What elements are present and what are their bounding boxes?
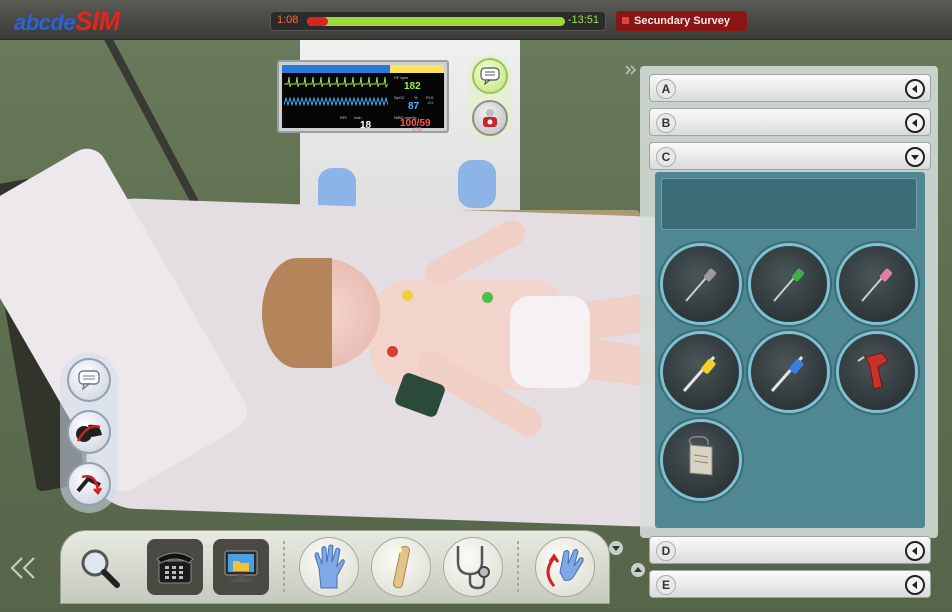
scroll-up-button[interactable] bbox=[608, 540, 624, 559]
scroll-down-button[interactable] bbox=[630, 562, 646, 581]
oxygen-mask-button[interactable] bbox=[472, 100, 508, 136]
talk-to-patient-button[interactable] bbox=[472, 58, 508, 94]
heart-rate-value: 182 bbox=[404, 81, 421, 92]
patient-hair bbox=[262, 258, 332, 368]
blood-pressure-mean: (73) bbox=[413, 127, 422, 133]
expand-arrow-icon bbox=[905, 79, 925, 99]
vital-signs-monitor[interactable]: HF bpm 182 SpO2 % PLS 181 87 RPI /min 18… bbox=[277, 60, 449, 133]
head-tilt-button[interactable] bbox=[67, 410, 111, 454]
section-letter: D bbox=[656, 541, 676, 561]
section-letter: E bbox=[656, 575, 676, 595]
iv-catheter-grey-item[interactable] bbox=[660, 243, 742, 325]
expand-arrow-icon bbox=[905, 113, 925, 133]
head-tilt-icon bbox=[76, 424, 102, 442]
triangle-down-icon bbox=[609, 541, 623, 555]
spo2-pulse-value: 181 bbox=[427, 100, 434, 105]
expand-arrow-icon bbox=[905, 541, 925, 561]
touch-patient-tool[interactable] bbox=[535, 537, 595, 597]
section-letter: C bbox=[656, 147, 676, 167]
toolbar-divider bbox=[517, 541, 519, 595]
speech-bubble-icon bbox=[480, 67, 500, 85]
iv-catheter-blue-item[interactable] bbox=[748, 331, 830, 413]
iv-catheter-yellow-item[interactable] bbox=[660, 331, 742, 413]
intraosseous-drill-item[interactable] bbox=[836, 331, 918, 413]
patient-file-tool[interactable] bbox=[213, 539, 269, 595]
fluid-bag-icon bbox=[688, 435, 713, 476]
spo2-unit: % bbox=[414, 95, 418, 100]
ecg-lead-red bbox=[387, 346, 398, 357]
monitor-header-bar bbox=[282, 65, 390, 73]
respiratory-rate-value: 18 bbox=[360, 120, 372, 131]
monitor-screen: HF bpm 182 SpO2 % PLS 181 87 RPI /min 18… bbox=[282, 65, 444, 133]
intraosseous-drill-icon bbox=[857, 352, 889, 390]
timer-progress-fill bbox=[307, 17, 328, 26]
patient-file-icon bbox=[224, 550, 258, 582]
patient-diaper bbox=[510, 296, 590, 388]
spo2-label: SpO2 bbox=[394, 95, 405, 100]
penlight-icon bbox=[392, 545, 411, 589]
iv-catheter-pink-icon bbox=[861, 268, 893, 302]
hand-touch-icon bbox=[546, 548, 584, 587]
spo2-value: 87 bbox=[408, 101, 420, 112]
scenario-timer: 1:08 -13:51 bbox=[270, 11, 606, 31]
speech-bubble-icon bbox=[78, 370, 100, 391]
top-bar: abcdeSIM 1:08 -13:51 Secundary Survey bbox=[0, 0, 952, 40]
stethoscope-icon bbox=[456, 546, 490, 590]
rr-label: RPI bbox=[340, 115, 347, 120]
rewind-button[interactable] bbox=[8, 555, 38, 588]
penlight-tool[interactable] bbox=[371, 537, 431, 597]
toolbar-divider bbox=[283, 541, 285, 595]
catheter-hub bbox=[701, 358, 716, 374]
hr-label: HF bpm bbox=[394, 75, 409, 80]
survey-phase-badge[interactable]: Secundary Survey bbox=[616, 11, 747, 31]
app-logo: abcdeSIM bbox=[14, 6, 120, 37]
monitor-header-alert bbox=[390, 65, 444, 73]
pleth-waveform bbox=[284, 96, 388, 107]
nurse-right-glove bbox=[458, 160, 496, 208]
fluid-bag-item[interactable] bbox=[660, 419, 742, 501]
timer-progress-track bbox=[307, 17, 565, 26]
telephone-icon bbox=[156, 552, 194, 584]
reposition-button[interactable] bbox=[67, 462, 111, 506]
zoom-tool[interactable] bbox=[69, 537, 129, 597]
glove-icon bbox=[314, 544, 345, 589]
double-chevron-left-icon bbox=[10, 557, 35, 579]
iv-catheter-green-icon bbox=[773, 268, 805, 302]
iv-catheter-green-item[interactable] bbox=[748, 243, 830, 325]
gloves-tool[interactable] bbox=[299, 537, 359, 597]
phone-tool[interactable] bbox=[147, 539, 203, 595]
bottom-toolbar bbox=[60, 530, 610, 604]
section-letter: A bbox=[656, 79, 676, 99]
double-chevron-right-icon bbox=[625, 65, 637, 75]
elapsed-time: 1:08 bbox=[277, 14, 299, 26]
remaining-time: -13:51 bbox=[567, 14, 599, 26]
section-c-info-box bbox=[661, 178, 917, 230]
ecg-lead-yellow bbox=[402, 290, 413, 301]
section-c-header[interactable]: C bbox=[649, 142, 931, 170]
logo-text-part1: abcde bbox=[14, 10, 76, 35]
section-d-header[interactable]: D bbox=[649, 536, 931, 564]
section-letter: B bbox=[656, 113, 676, 133]
logo-text-part2: SIM bbox=[75, 6, 120, 36]
magnifier-icon bbox=[81, 549, 120, 588]
iv-catheter-grey-icon bbox=[685, 268, 717, 302]
triangle-up-icon bbox=[631, 563, 645, 577]
reposition-patient-icon bbox=[76, 475, 103, 496]
oxygen-mask-icon bbox=[483, 109, 497, 127]
expand-arrow-icon bbox=[905, 575, 925, 595]
iv-catheter-yellow-icon bbox=[682, 356, 716, 392]
iv-catheter-pink-item[interactable] bbox=[836, 243, 918, 325]
collapse-arrow-icon bbox=[905, 147, 925, 167]
talk-button[interactable] bbox=[67, 358, 111, 402]
section-b-header[interactable]: B bbox=[649, 108, 931, 136]
section-e-header[interactable]: E bbox=[649, 570, 931, 598]
stethoscope-tool[interactable] bbox=[443, 537, 503, 597]
ecg-waveform bbox=[284, 76, 388, 88]
iv-catheter-blue-icon bbox=[770, 356, 804, 392]
catheter-hub bbox=[789, 358, 804, 374]
section-a-header[interactable]: A bbox=[649, 74, 931, 102]
ecg-lead-green bbox=[482, 292, 493, 303]
